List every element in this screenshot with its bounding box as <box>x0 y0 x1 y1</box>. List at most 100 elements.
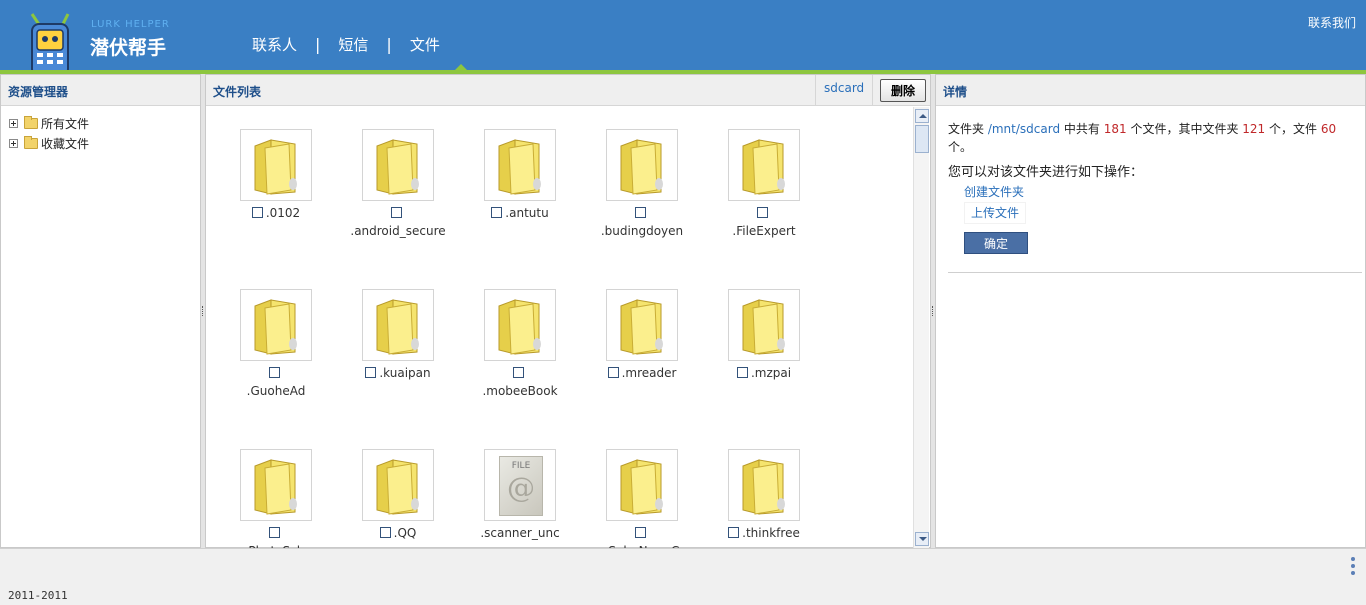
folder-item[interactable]: .FileExpert <box>703 129 825 240</box>
splitter-grip-icon[interactable] <box>932 306 934 316</box>
file-caption: .android_secure <box>337 204 459 240</box>
nav-item-sms[interactable]: 短信 <box>326 34 380 55</box>
file-thumbnail[interactable] <box>484 129 556 201</box>
folder-icon <box>376 139 419 195</box>
select-checkbox[interactable] <box>607 367 619 378</box>
tree-item-favorite-files[interactable]: 收藏文件 <box>9 133 200 153</box>
folder-item[interactable]: .QQ <box>337 449 459 548</box>
folder-item[interactable]: .mobeeBook <box>459 289 581 400</box>
folder-icon <box>742 299 785 355</box>
file-list-scrollbar[interactable] <box>913 107 929 548</box>
file-caption: .mobeeBook <box>459 364 581 400</box>
folder-item[interactable]: .PhotoScla <box>215 449 337 548</box>
folder-item[interactable]: .SohuNewsC <box>581 449 703 548</box>
select-checkbox[interactable] <box>635 207 646 218</box>
file-thumbnail[interactable] <box>606 289 678 361</box>
select-checkbox[interactable] <box>379 527 391 538</box>
file-thumbnail[interactable] <box>362 289 434 361</box>
file-thumbnail[interactable] <box>606 449 678 521</box>
file-name: .mreader <box>621 366 677 380</box>
details-divider <box>948 272 1362 273</box>
select-checkbox[interactable] <box>251 207 263 218</box>
create-folder-link[interactable]: 创建文件夹 <box>964 182 1353 202</box>
folder-tree: 所有文件 收藏文件 <box>1 106 200 153</box>
file-thumbnail[interactable] <box>362 129 434 201</box>
file-thumbnail[interactable] <box>240 449 312 521</box>
nav-item-contacts[interactable]: 联系人 <box>240 34 309 55</box>
folder-item[interactable]: .kuaipan <box>337 289 459 400</box>
nav-item-files[interactable]: 文件 <box>398 34 452 55</box>
tree-item-label: 所有文件 <box>41 116 90 131</box>
main-nav: 联系人 | 短信 | 文件 <box>240 34 452 55</box>
file-thumbnail[interactable] <box>606 129 678 201</box>
folder-icon <box>376 459 419 515</box>
details-body: 文件夹 /mnt/sdcard 中共有 181 个文件，其中文件夹 121 个，… <box>936 106 1365 273</box>
folder-item[interactable]: .mreader <box>581 289 703 400</box>
folder-item[interactable]: .GuoheAd <box>215 289 337 400</box>
file-icon-label: FILE <box>511 461 531 471</box>
expand-plus-icon[interactable] <box>9 138 18 148</box>
file-item[interactable]: FILE @ .scanner_unc <box>459 449 581 548</box>
file-caption: .scanner_unc <box>459 524 581 548</box>
select-checkbox[interactable] <box>728 527 740 538</box>
logo-title: 潜伏帮手 <box>90 37 167 59</box>
file-thumbnail[interactable] <box>728 449 800 521</box>
confirm-button[interactable]: 确定 <box>964 232 1028 254</box>
select-checkbox[interactable] <box>757 207 768 218</box>
nav-separator: | <box>315 35 321 54</box>
splitter-grip-icon[interactable] <box>202 306 204 316</box>
select-checkbox[interactable] <box>269 527 280 538</box>
select-checkbox[interactable] <box>736 367 748 378</box>
file-name: .thinkfree <box>742 526 800 540</box>
file-thumbnail[interactable]: FILE @ <box>484 449 556 521</box>
location-sdcard-link[interactable]: sdcard <box>815 75 874 106</box>
tree-item-all-files[interactable]: 所有文件 <box>9 113 200 133</box>
file-caption: .mreader <box>581 364 703 400</box>
explorer-panel-header: 资源管理器 <box>1 75 200 106</box>
file-thumbnail[interactable] <box>240 129 312 201</box>
folder-item[interactable]: .budingdoyen <box>581 129 703 240</box>
operations-title: 您可以对该文件夹进行如下操作： <box>948 165 1144 180</box>
summary-text: 中共有 <box>1060 122 1104 136</box>
file-thumbnail[interactable] <box>362 449 434 521</box>
delete-button[interactable]: 删除 <box>880 79 926 102</box>
folder-icon <box>254 139 297 195</box>
folder-icon <box>498 139 541 195</box>
tree-item-label: 收藏文件 <box>41 136 90 151</box>
folder-item[interactable]: .mzpai <box>703 289 825 400</box>
file-name: .mzpai <box>750 366 792 380</box>
expand-plus-icon[interactable] <box>9 118 18 128</box>
file-list-panel: 文件列表 sdcard 删除 .0102 .android_secure .antu… <box>205 74 931 548</box>
select-checkbox[interactable] <box>391 207 402 218</box>
select-checkbox[interactable] <box>269 367 280 378</box>
contact-us-link[interactable]: 联系我们 <box>1308 14 1356 31</box>
file-thumbnail[interactable] <box>484 289 556 361</box>
file-caption: .antutu <box>459 204 581 240</box>
file-name: .kuaipan <box>379 366 431 380</box>
generic-file-icon: FILE @ <box>499 456 543 516</box>
more-options-icon[interactable] <box>1350 557 1356 575</box>
scroll-down-arrow-icon[interactable] <box>915 532 929 546</box>
file-name: .android_secure <box>350 224 446 238</box>
summary-text: 个，文件 <box>1265 122 1321 136</box>
file-thumbnail[interactable] <box>728 289 800 361</box>
select-checkbox[interactable] <box>365 367 377 378</box>
file-thumbnail[interactable] <box>240 289 312 361</box>
file-thumbnail[interactable] <box>728 129 800 201</box>
copyright-text: 2011-2011 <box>8 589 68 602</box>
select-checkbox[interactable] <box>491 207 503 218</box>
scroll-up-arrow-icon[interactable] <box>915 109 929 123</box>
summary-text: 个。 <box>948 140 973 154</box>
select-checkbox[interactable] <box>513 367 524 378</box>
folder-item[interactable]: .antutu <box>459 129 581 240</box>
file-name: .QQ <box>393 526 417 540</box>
details-panel-title: 详情 <box>943 85 968 99</box>
folder-item[interactable]: .thinkfree <box>703 449 825 548</box>
select-checkbox[interactable] <box>635 527 646 538</box>
summary-total-count: 181 <box>1103 122 1127 136</box>
file-caption: .QQ <box>337 524 459 548</box>
scroll-thumb[interactable] <box>915 125 929 153</box>
folder-item[interactable]: .android_secure <box>337 129 459 240</box>
folder-item[interactable]: .0102 <box>215 129 337 240</box>
upload-file-link[interactable]: 上传文件 <box>964 202 1027 224</box>
